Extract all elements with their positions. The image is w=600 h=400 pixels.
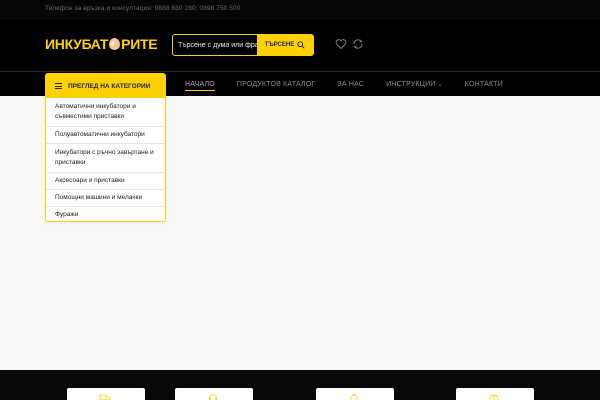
nav-contacts[interactable]: КОНТАКТИ — [465, 81, 503, 88]
nav-about-label: ЗА НАС — [337, 80, 365, 88]
gift-icon — [489, 394, 499, 400]
chevron-down-icon: ⌄ — [437, 81, 443, 88]
category-panel: ПРЕГЛЕД НА КАТЕГОРИИ Автоматични инкубат… — [45, 73, 166, 222]
topbar: Телефон за връзка и консултация: 0888 63… — [0, 0, 600, 20]
category-item-automatic[interactable]: Автоматични инкубатори и съвместими прис… — [46, 98, 165, 127]
support-icon — [208, 394, 218, 400]
nav-home-label: НАЧАЛО — [185, 80, 215, 88]
nav-instructions[interactable]: ИНСТРУКЦИИ ⌄ — [386, 81, 443, 88]
logo-text-end: РИТЕ — [121, 36, 158, 52]
compare-icon[interactable] — [352, 38, 364, 50]
feature-card-delivery — [67, 388, 145, 400]
search-button-label: ТЪРСЕНЕ — [264, 42, 295, 48]
nav-instructions-label: ИНСТРУКЦИИ — [386, 80, 436, 88]
nav-home[interactable]: НАЧАЛО — [185, 80, 215, 91]
search-icon — [297, 41, 305, 49]
features-section — [0, 370, 600, 400]
contact-phones: Телефон за връзка и консултация: 0888 63… — [45, 5, 241, 12]
search-input[interactable] — [173, 35, 257, 55]
nav-catalog[interactable]: ПРОДУКТОВ КАТАЛОГ — [237, 81, 316, 88]
category-panel-title: ПРЕГЛЕД НА КАТЕГОРИИ — [68, 82, 151, 90]
category-item-manual[interactable]: Инкубатори с ръчно завъртане и приставки — [46, 144, 165, 173]
search-button[interactable]: ТЪРСЕНЕ — [257, 35, 313, 55]
category-list: Автоматични инкубатори и съвместими прис… — [46, 98, 165, 221]
logo-text-start: ИНКУБАТ — [45, 36, 109, 52]
apple-icon — [350, 392, 358, 400]
nav-about[interactable]: ЗА НАС — [337, 81, 364, 88]
menu-icon — [55, 82, 62, 91]
truck-icon — [99, 394, 111, 400]
feature-card-support — [175, 388, 253, 400]
search-box: ТЪРСЕНЕ — [172, 34, 314, 56]
nav-menu: НАЧАЛО ПРОДУКТОВ КАТАЛОГ ЗА НАС ИНСТРУКЦ… — [185, 72, 525, 96]
category-item-accessories[interactable]: Аксесоари и приставки — [46, 173, 165, 190]
category-item-feed[interactable]: Фуражи — [46, 207, 165, 221]
feature-card-gift — [456, 388, 534, 400]
category-item-machines[interactable]: Помощни машини и мелачки — [46, 190, 165, 207]
heart-icon[interactable] — [335, 38, 347, 50]
header: ИНКУБАТ РИТЕ ТЪРСЕНЕ — [0, 20, 600, 72]
site-logo[interactable]: ИНКУБАТ РИТЕ — [45, 36, 158, 52]
nav-catalog-label: ПРОДУКТОВ КАТАЛОГ — [236, 80, 316, 88]
category-panel-header[interactable]: ПРЕГЛЕД НА КАТЕГОРИИ — [46, 74, 165, 98]
category-item-semiautomatic[interactable]: Полуавтоматични инкубатори — [46, 127, 165, 144]
feature-card-quality — [316, 388, 394, 400]
egg-icon — [109, 38, 121, 50]
nav-contacts-label: КОНТАКТИ — [464, 80, 503, 88]
